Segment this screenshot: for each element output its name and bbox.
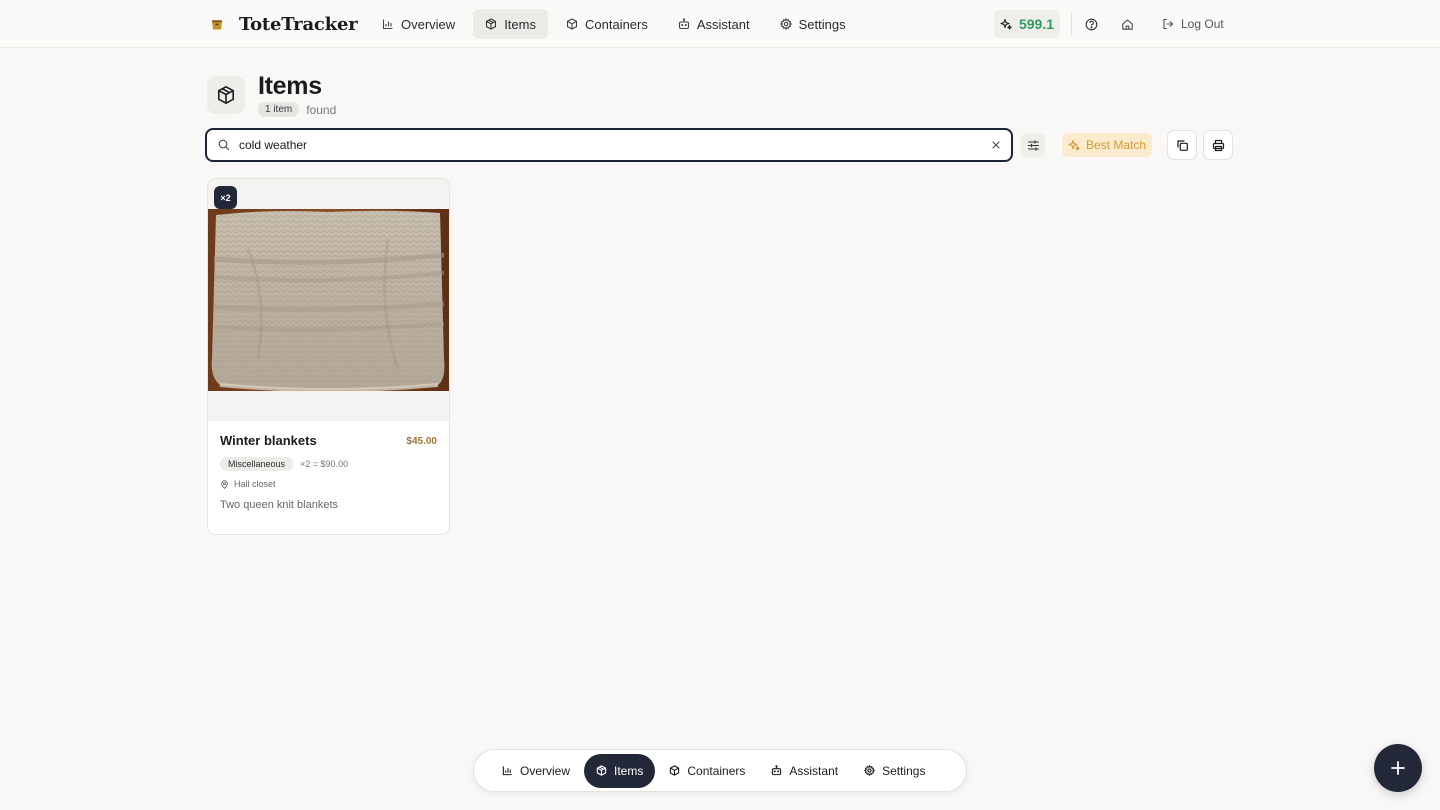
tote-logo-icon xyxy=(210,17,224,31)
bottom-nav-settings[interactable]: Settings xyxy=(852,754,937,788)
clear-search-icon[interactable] xyxy=(990,139,1002,151)
nav-items-label: Items xyxy=(504,16,536,32)
bottom-nav-items-label: Items xyxy=(614,763,644,778)
logout-icon xyxy=(1163,18,1174,30)
top-bar: ToteTracker Overview Items Containers As… xyxy=(0,0,1440,48)
help-circle-icon xyxy=(1085,18,1097,30)
nav-settings[interactable]: Settings xyxy=(768,9,858,39)
result-count-suffix: found xyxy=(306,102,337,117)
result-count: 1 item found xyxy=(258,102,336,117)
sparkles-icon xyxy=(1068,139,1080,151)
top-nav: Overview Items Containers Assistant Sett… xyxy=(370,9,858,39)
filter-button[interactable] xyxy=(1021,133,1045,157)
credits-balance[interactable]: 599.1 xyxy=(994,10,1060,38)
page-title: Items xyxy=(258,72,322,100)
divider xyxy=(1071,13,1072,35)
gear-icon xyxy=(864,765,876,776)
bottom-nav: Overview Items Containers Assistant Sett… xyxy=(473,749,967,792)
bottom-nav-overview-label: Overview xyxy=(520,763,571,778)
sliders-icon xyxy=(1027,139,1039,151)
item-description: Two queen knit blankets xyxy=(220,499,339,511)
logout-button[interactable]: Log Out xyxy=(1162,14,1224,34)
bottom-nav-containers[interactable]: Containers xyxy=(657,754,757,788)
nav-overview-label: Overview xyxy=(401,16,456,32)
item-price: $45.00 xyxy=(406,436,437,447)
bottom-nav-items[interactable]: Items xyxy=(584,753,656,788)
bottom-nav-settings-label: Settings xyxy=(882,763,926,778)
search-box xyxy=(205,128,1013,162)
nav-items[interactable]: Items xyxy=(473,9,548,39)
package-icon xyxy=(566,18,578,30)
box-icon xyxy=(486,18,497,30)
print-button[interactable] xyxy=(1203,130,1233,160)
select-copy-button[interactable] xyxy=(1167,130,1197,160)
gear-icon xyxy=(779,18,792,30)
item-photo: ×2 xyxy=(208,179,449,421)
logout-label: Log Out xyxy=(1181,17,1224,31)
help-button[interactable] xyxy=(1081,14,1101,34)
bar-chart-icon xyxy=(382,19,393,30)
home-button[interactable] xyxy=(1117,14,1137,34)
map-pin-icon xyxy=(221,479,228,489)
sparkles-icon xyxy=(1000,18,1012,30)
item-card[interactable]: ×2 Winter blankets $45.00 Miscellaneous … xyxy=(207,178,450,535)
bottom-nav-overview[interactable]: Overview xyxy=(490,754,582,788)
printer-icon xyxy=(1212,139,1224,151)
nav-containers-label: Containers xyxy=(584,16,648,32)
search-input[interactable] xyxy=(239,138,979,152)
bot-icon xyxy=(678,18,689,30)
search-icon xyxy=(218,139,230,151)
nav-assistant-label: Assistant xyxy=(696,16,750,32)
item-total: ×2 = $90.00 xyxy=(300,459,349,469)
app-name: ToteTracker xyxy=(239,13,358,35)
item-location: Hall closet xyxy=(220,479,276,489)
category-tag[interactable]: Miscellaneous xyxy=(220,457,294,471)
logo[interactable]: ToteTracker xyxy=(210,12,358,36)
copy-icon xyxy=(1176,139,1188,151)
box-icon xyxy=(596,765,607,776)
credits-value: 599.1 xyxy=(1018,16,1055,32)
bar-chart-icon xyxy=(502,766,512,776)
page-box-icon xyxy=(207,76,245,114)
bottom-nav-assistant-label: Assistant xyxy=(789,763,839,778)
bottom-nav-containers-label: Containers xyxy=(687,763,746,778)
nav-containers[interactable]: Containers xyxy=(554,9,660,39)
item-name: Winter blankets xyxy=(220,433,317,448)
bottom-nav-assistant[interactable]: Assistant xyxy=(759,754,850,788)
plus-icon xyxy=(1391,761,1405,775)
location-label: Hall closet xyxy=(234,479,276,489)
quantity-badge: ×2 xyxy=(214,186,237,209)
nav-overview[interactable]: Overview xyxy=(370,9,467,39)
result-count-pill: 1 item xyxy=(258,102,300,117)
item-meta: Miscellaneous ×2 = $90.00 xyxy=(220,457,348,471)
bot-icon xyxy=(772,765,782,776)
add-item-button[interactable] xyxy=(1374,744,1422,792)
package-icon xyxy=(670,765,680,776)
nav-settings-label: Settings xyxy=(798,16,846,32)
home-icon xyxy=(1121,18,1133,30)
sort-label: Best Match xyxy=(1085,138,1147,152)
nav-assistant[interactable]: Assistant xyxy=(666,9,762,39)
sort-best-match-button[interactable]: Best Match xyxy=(1062,133,1152,157)
blanket-photo xyxy=(208,209,449,391)
